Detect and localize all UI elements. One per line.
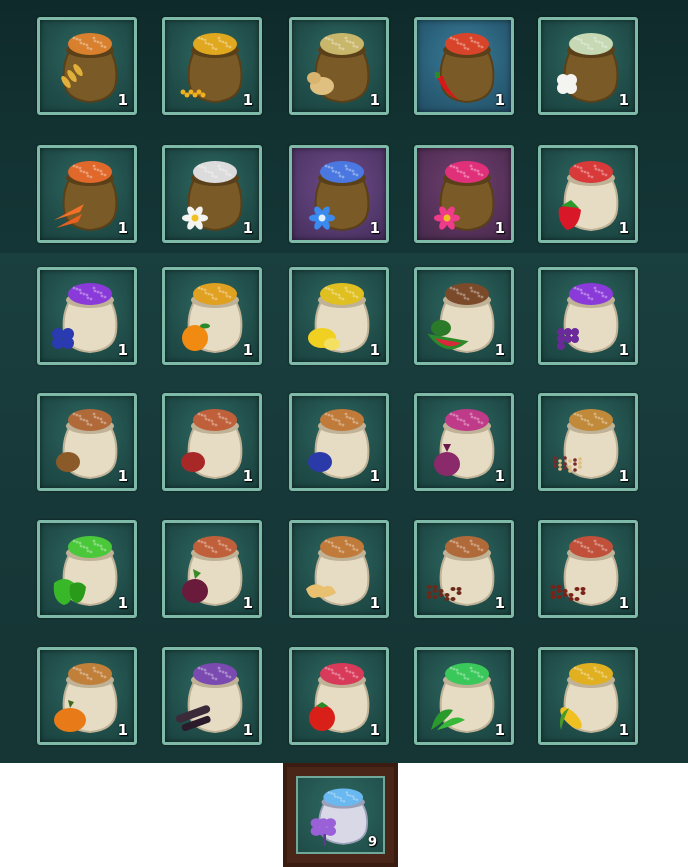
- seed-bag-white-lotus[interactable]: 1: [162, 145, 262, 243]
- item-count: 1: [618, 91, 629, 109]
- item-count: 1: [117, 721, 128, 739]
- seed-bag-yellow-corn[interactable]: 1: [538, 647, 638, 745]
- seed-bag-blueberry[interactable]: 1: [37, 267, 137, 365]
- seed-bag-potato[interactable]: 1: [289, 17, 389, 115]
- item-count: 1: [242, 341, 253, 359]
- item-count: 1: [494, 219, 505, 237]
- brown-bean-icon: [56, 452, 80, 472]
- item-count: 1: [242, 594, 253, 612]
- item-count: 1: [242, 467, 253, 485]
- selected-item-count: 9: [367, 835, 377, 850]
- item-count: 1: [242, 91, 253, 109]
- item-count: 1: [494, 467, 505, 485]
- seed-bag-grape[interactable]: 1: [538, 267, 638, 365]
- item-count: 1: [494, 341, 505, 359]
- seed-bag-red-bean[interactable]: 1: [162, 393, 262, 491]
- seed-bag-blue-bean[interactable]: 1: [289, 393, 389, 491]
- seed-bag-pumpkin[interactable]: 1: [37, 647, 137, 745]
- seed-bag-pink-lotus[interactable]: 1: [414, 145, 514, 243]
- item-count: 1: [369, 91, 380, 109]
- blueberry-icon: [52, 328, 74, 349]
- item-count: 1: [117, 341, 128, 359]
- item-count: 1: [618, 341, 629, 359]
- item-count: 1: [242, 219, 253, 237]
- item-count: 1: [117, 219, 128, 237]
- item-count: 1: [369, 341, 380, 359]
- seed-bag-ginger[interactable]: 1: [289, 520, 389, 618]
- seed-bag-coffee[interactable]: 1: [414, 520, 514, 618]
- seed-bag-pepper[interactable]: 1: [37, 520, 137, 618]
- seed-bag-orange[interactable]: 1: [162, 267, 262, 365]
- blue-bean-icon: [308, 452, 332, 472]
- item-count: 1: [494, 594, 505, 612]
- item-count: 1: [369, 219, 380, 237]
- seed-bag-lemon[interactable]: 1: [289, 267, 389, 365]
- item-count: 1: [369, 594, 380, 612]
- seed-bag-quinoa[interactable]: 1: [538, 393, 638, 491]
- seed-bag-tomato[interactable]: 1: [289, 647, 389, 745]
- seed-bag-brown-bean[interactable]: 1: [37, 393, 137, 491]
- seed-bag-cassava[interactable]: 1: [162, 647, 262, 745]
- seed-bag-red-coffee[interactable]: 1: [538, 520, 638, 618]
- seed-bag-chili[interactable]: 1: [414, 17, 514, 115]
- item-count: 1: [117, 91, 128, 109]
- cotton-icon: [557, 74, 577, 94]
- item-count: 1: [618, 467, 629, 485]
- seed-bag-carrot[interactable]: 1: [37, 145, 137, 243]
- seed-bag-blue-lotus[interactable]: 1: [289, 145, 389, 243]
- seed-bag-strawberry[interactable]: 1: [538, 145, 638, 243]
- red-bean-icon: [181, 452, 205, 472]
- seed-bag-wheat[interactable]: 1: [37, 17, 137, 115]
- seed-bag-onion[interactable]: 1: [414, 393, 514, 491]
- item-count: 1: [369, 721, 380, 739]
- item-count: 1: [117, 594, 128, 612]
- item-count: 1: [494, 721, 505, 739]
- item-count: 1: [369, 467, 380, 485]
- seed-bag-spinach[interactable]: 1: [414, 647, 514, 745]
- item-count: 1: [618, 594, 629, 612]
- item-count: 1: [618, 721, 629, 739]
- item-count: 1: [494, 91, 505, 109]
- item-count: 1: [242, 721, 253, 739]
- seed-bag-cotton[interactable]: 1: [538, 17, 638, 115]
- seed-bag-beet[interactable]: 1: [162, 520, 262, 618]
- seed-bag-corn[interactable]: 1: [162, 17, 262, 115]
- selected-item-frame: 9: [296, 776, 385, 854]
- selected-item-slot[interactable]: 9: [283, 763, 398, 867]
- item-count: 1: [618, 219, 629, 237]
- item-count: 1: [117, 467, 128, 485]
- seed-bag-watermelon[interactable]: 1: [414, 267, 514, 365]
